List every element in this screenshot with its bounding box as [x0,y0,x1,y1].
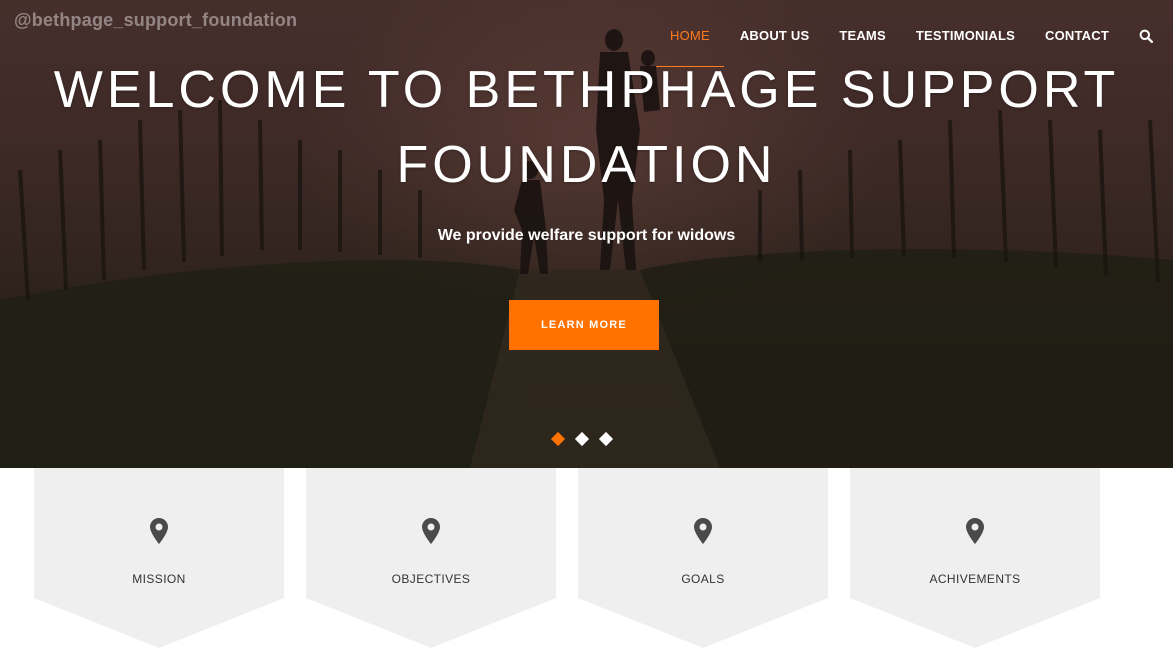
card-label: OBJECTIVES [391,572,471,586]
card-label: GOALS [681,572,725,586]
nav-item-about-us[interactable]: ABOUT US [740,28,810,43]
slider-dots [550,431,625,447]
slider-dot-3[interactable] [598,431,614,447]
learn-more-button[interactable]: LEARN MORE [509,300,659,350]
search-icon[interactable] [1139,29,1153,43]
nav-item-teams[interactable]: TEAMS [839,28,886,43]
card-goals[interactable]: GOALS [578,468,828,648]
nav-item-contact[interactable]: CONTACT [1045,28,1109,43]
map-pin-icon [422,518,440,544]
watermark: @bethpage_support_foundation [14,10,298,30]
nav-item-home[interactable]: HOME [656,28,724,67]
card-mission[interactable]: MISSION [34,468,284,648]
card-label: ACHIVEMENTS [929,572,1021,586]
hero-section: @bethpage_support_foundation HOME ABOUT … [0,0,1173,468]
slider-dot-2[interactable] [574,431,590,447]
slider-dot-1[interactable] [550,431,566,447]
card-label: MISSION [132,572,186,586]
main-nav: HOME ABOUT US TEAMS TESTIMONIALS CONTACT [640,28,1153,67]
hero-title-line-2: FOUNDATION [396,136,777,194]
map-pin-icon [694,518,712,544]
hero-subtitle: We provide welfare support for widows [437,227,736,244]
card-achievements[interactable]: ACHIVEMENTS [850,468,1100,648]
map-pin-icon [150,518,168,544]
map-pin-icon [966,518,984,544]
nav-item-testimonials[interactable]: TESTIMONIALS [916,28,1015,43]
card-objectives[interactable]: OBJECTIVES [306,468,556,648]
hero-title-line-1: WELCOME TO BETHPHAGE SUPPORT [53,61,1120,119]
feature-cards: MISSION OBJECTIVES GOALS ACHIVEMENTS [0,468,1173,652]
